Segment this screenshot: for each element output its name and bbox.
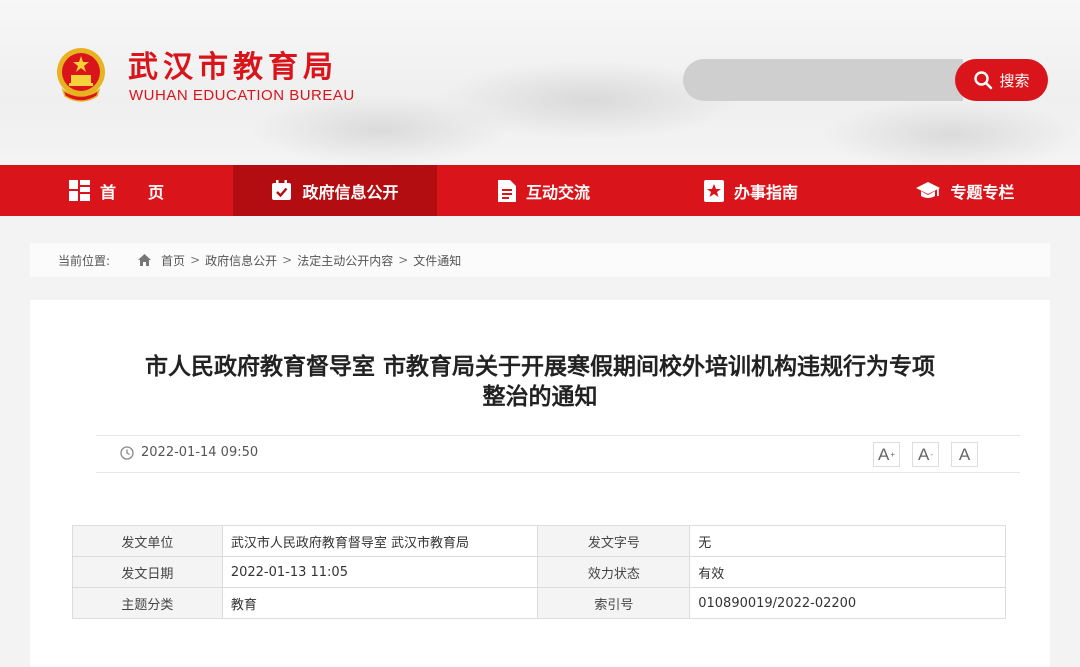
info-value: 有效: [689, 556, 1006, 588]
table-row: 发文日期 2022-01-13 11:05 效力状态 有效: [72, 556, 1006, 588]
breadcrumb-link-home[interactable]: 首页: [161, 252, 185, 269]
article-title: 市人民政府教育督导室 市教育局关于开展寒假期间校外培训机构违规行为专项 整治的通…: [60, 352, 1020, 412]
calendar-check-icon: [272, 180, 292, 200]
breadcrumb-link-statutory[interactable]: 法定主动公开内容: [297, 252, 393, 269]
home-grid-icon: [68, 180, 90, 201]
breadcrumb: 当前位置: 首页 > 政府信息公开 > 法定主动公开内容 > 文件通知: [30, 243, 1050, 277]
breadcrumb-separator: >: [398, 253, 409, 267]
nav-item-gov-info[interactable]: 政府信息公开: [233, 165, 437, 216]
site-header: 武汉市教育局 WUHAN EDUCATION BUREAU 搜索: [0, 0, 1080, 165]
font-increase-button[interactable]: A +: [873, 442, 900, 467]
info-value: 教育: [221, 587, 539, 619]
bookmark-star-icon: [703, 179, 724, 202]
nav-item-home[interactable]: 首 页: [0, 165, 233, 216]
info-value: 无: [689, 525, 1006, 557]
font-default-button[interactable]: A-: [912, 442, 939, 467]
info-key: 发文日期: [72, 556, 223, 588]
table-row: 发文单位 武汉市人民政府教育督导室 武汉市教育局 发文字号 无: [72, 525, 1006, 557]
nav-item-label: 互动交流: [525, 182, 590, 202]
font-size-controls: A + A- A: [873, 442, 978, 467]
breadcrumb-label: 当前位置:: [58, 253, 111, 268]
search-button-label: 搜索: [999, 71, 1030, 90]
article-title-line: 市人民政府教育督导室 市教育局关于开展寒假期间校外培训机构违规行为专项: [144, 354, 935, 380]
info-key: 主题分类: [72, 587, 223, 619]
article-meta: 2022-01-14 09:50 A + A- A: [96, 435, 1020, 473]
publish-time: 2022-01-14 09:50: [120, 445, 258, 460]
search-icon: [974, 71, 993, 90]
nav-item-label: 专题专栏: [950, 182, 1015, 202]
clock-icon: [120, 445, 134, 460]
article-panel: 市人民政府教育督导室 市教育局关于开展寒假期间校外培训机构违规行为专项 整治的通…: [30, 300, 1050, 667]
nav-item-interaction[interactable]: 互动交流: [437, 165, 651, 216]
breadcrumb-link-gov-info[interactable]: 政府信息公开: [205, 252, 277, 269]
nav-item-label: 首 页: [99, 182, 164, 202]
info-key: 效力状态: [537, 556, 691, 588]
document-icon: [497, 179, 516, 202]
logo-english[interactable]: WUHAN EDUCATION BUREAU: [129, 87, 355, 104]
logo-chinese[interactable]: 武汉市教育局: [128, 42, 338, 86]
info-value: 2022-01-13 11:05: [221, 556, 539, 588]
table-row: 主题分类 教育 索引号 010890019/2022-02200: [72, 587, 1006, 619]
document-info-table: 发文单位 武汉市人民政府教育督导室 武汉市教育局 发文字号 无 发文日期 202…: [72, 525, 1006, 619]
info-value: 010890019/2022-02200: [689, 587, 1006, 619]
font-reset-button[interactable]: A: [951, 442, 978, 467]
info-key: 索引号: [537, 587, 691, 619]
nav-item-label: 办事指南: [733, 182, 798, 202]
breadcrumb-separator: >: [190, 253, 201, 267]
main-nav: 首 页 政府信息公开 互动交流 办事指南 专题专栏: [0, 165, 1080, 216]
search-button[interactable]: 搜索: [955, 59, 1048, 101]
info-value: 武汉市人民政府教育督导室 武汉市教育局: [221, 525, 539, 557]
national-emblem-icon: [57, 48, 105, 102]
info-key: 发文单位: [72, 525, 223, 557]
graduation-cap-icon: [916, 181, 941, 198]
article-title-line: 整治的通知: [482, 384, 598, 410]
nav-item-guide[interactable]: 办事指南: [651, 165, 851, 216]
search-input[interactable]: [683, 59, 963, 101]
nav-item-topics[interactable]: 专题专栏: [851, 165, 1080, 216]
publish-datetime: 2022-01-14 09:50: [141, 445, 259, 460]
cloud-decoration: [250, 95, 510, 165]
nav-item-label: 政府信息公开: [302, 182, 399, 202]
cloud-decoration: [820, 100, 1080, 165]
info-key: 发文字号: [537, 525, 691, 557]
breadcrumb-separator: >: [282, 253, 293, 267]
home-icon: [138, 254, 152, 266]
breadcrumb-link-notices[interactable]: 文件通知: [413, 252, 461, 269]
